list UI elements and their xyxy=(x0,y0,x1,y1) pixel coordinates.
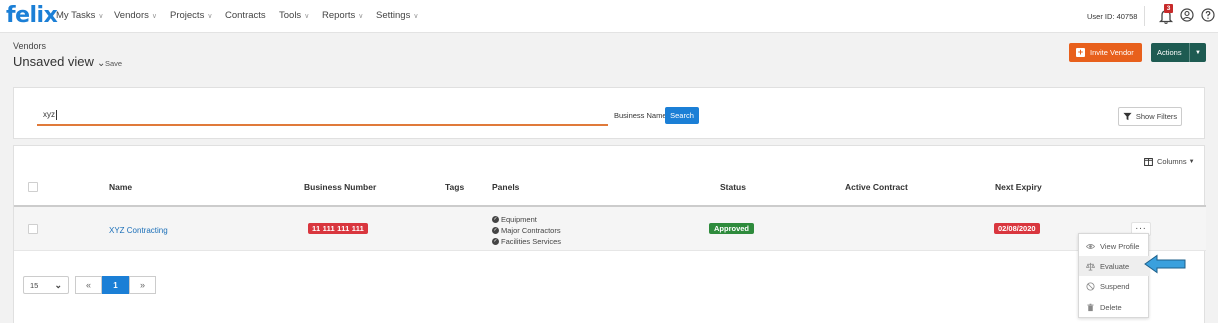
view-title: Unsaved view xyxy=(13,54,94,69)
breadcrumb[interactable]: Vendors xyxy=(13,41,46,51)
save-view-link[interactable]: Save xyxy=(105,59,122,68)
check-circle-icon: ✓ xyxy=(492,227,499,234)
business-number-badge: 11 111 111 111 xyxy=(308,223,369,234)
nav-projects[interactable]: Projects ∨ xyxy=(170,10,212,21)
user-icon[interactable] xyxy=(1180,8,1194,22)
check-circle-icon: ✓ xyxy=(492,238,499,245)
view-selector[interactable]: Unsaved view ⌄ xyxy=(13,54,105,69)
top-navbar: felix My Tasks ∨ Vendors ∨ Projects ∨ Contr… xyxy=(0,0,1218,33)
caret-down-icon[interactable]: ▼ xyxy=(1189,43,1206,62)
nav-tools[interactable]: Tools ∨ xyxy=(279,10,309,21)
menu-item-label: Delete xyxy=(1100,302,1122,312)
nav-settings-label: Settings xyxy=(376,10,411,21)
actions-button[interactable]: Actions ▼ xyxy=(1151,43,1206,62)
menu-item-view-profile[interactable]: View Profile xyxy=(1079,236,1150,256)
column-header-business-number[interactable]: Business Number xyxy=(304,182,376,192)
menu-item-evaluate[interactable]: Evaluate xyxy=(1079,256,1150,276)
select-all-checkbox[interactable] xyxy=(28,182,38,192)
panel-item: ✓ Major Contractors xyxy=(492,225,561,236)
menu-item-suspend[interactable]: Suspend xyxy=(1079,276,1150,296)
chevron-down-icon: ⌄ xyxy=(54,279,62,290)
help-icon[interactable] xyxy=(1201,8,1215,22)
row-checkbox[interactable] xyxy=(28,224,38,234)
plus-icon: + xyxy=(1076,47,1085,57)
columns-button[interactable]: Columns ▼ xyxy=(1144,157,1195,166)
text-cursor xyxy=(56,109,57,120)
panels-list: ✓ Equipment ✓ Major Contractors ✓ Facilitie… xyxy=(492,214,561,247)
panel-label: Major Contractors xyxy=(501,226,561,235)
panel-item: ✓ Facilities Services xyxy=(492,236,561,247)
vendor-name-link[interactable]: XYZ Contracting xyxy=(109,226,168,235)
chevron-down-icon: ∨ xyxy=(151,13,157,20)
nav-tools-label: Tools xyxy=(279,10,302,21)
eye-icon xyxy=(1086,243,1095,249)
nav-reports-label: Reports xyxy=(322,10,356,21)
search-panel: xyz Business Name ▼ Search Show Filters xyxy=(13,87,1205,139)
vendors-table: Columns ▼ Name Business Number Tags Pane… xyxy=(13,145,1206,323)
chevron-down-icon: ∨ xyxy=(207,13,213,20)
trash-icon xyxy=(1087,303,1094,311)
search-input-value: xyz xyxy=(43,110,55,119)
actions-label: Actions xyxy=(1157,48,1182,57)
chevron-down-icon: ∨ xyxy=(98,13,104,20)
show-filters-button[interactable]: Show Filters xyxy=(1118,107,1182,126)
nav-settings[interactable]: Settings ∨ xyxy=(376,10,418,21)
nav-contracts-label: Contracts xyxy=(225,10,266,21)
chevron-down-icon: ∨ xyxy=(304,13,310,20)
next-page-button[interactable]: » xyxy=(129,276,156,294)
nav-projects-label: Projects xyxy=(170,10,205,21)
next-expiry-badge: 02/08/2020 xyxy=(994,223,1040,234)
nav-vendors-label: Vendors xyxy=(114,10,149,21)
invite-vendor-button[interactable]: + Invite Vendor xyxy=(1069,43,1142,62)
menu-item-delete[interactable]: Delete xyxy=(1079,297,1150,317)
column-header-name[interactable]: Name xyxy=(109,182,132,192)
show-filters-label: Show Filters xyxy=(1135,112,1178,121)
prev-page-button[interactable]: « xyxy=(75,276,102,294)
page-size-select[interactable]: 15 ⌄ xyxy=(23,276,69,294)
status-badge: Approved xyxy=(709,223,755,234)
user-id: User ID: 40758 xyxy=(1087,12,1138,21)
columns-label: Columns xyxy=(1157,157,1187,166)
column-header-tags[interactable]: Tags xyxy=(445,182,464,192)
chevron-down-icon: ∨ xyxy=(413,13,419,20)
annotation-arrow-icon xyxy=(1144,254,1186,274)
column-header-panels[interactable]: Panels xyxy=(492,182,519,192)
nav-my-tasks-label: My Tasks xyxy=(56,10,96,21)
notification-badge: 3 xyxy=(1164,4,1173,13)
nav-vendors[interactable]: Vendors ∨ xyxy=(114,10,157,21)
scale-icon xyxy=(1086,262,1095,271)
menu-item-label: Suspend xyxy=(1100,281,1130,291)
menu-item-label: Evaluate xyxy=(1100,261,1130,271)
column-header-status[interactable]: Status xyxy=(720,182,746,192)
nav-contracts[interactable]: Contracts xyxy=(225,10,266,21)
chevron-down-icon: ∨ xyxy=(358,13,364,20)
nav-my-tasks[interactable]: My Tasks ∨ xyxy=(56,10,104,21)
felix-logo[interactable]: felix xyxy=(6,3,58,28)
search-field-label: Business Name xyxy=(614,111,667,120)
row-actions-menu: View Profile Evaluate Suspend Delete xyxy=(1078,233,1150,318)
invite-vendor-label: Invite Vendor xyxy=(1090,48,1134,57)
search-input[interactable]: xyz xyxy=(37,105,608,126)
panel-label: Equipment xyxy=(501,215,537,224)
nav-reports[interactable]: Reports ∨ xyxy=(322,10,363,21)
column-header-next-expiry[interactable]: Next Expiry xyxy=(995,182,1042,192)
search-button[interactable]: Search xyxy=(665,107,699,124)
filter-icon xyxy=(1123,112,1132,121)
column-header-active-contract[interactable]: Active Contract xyxy=(845,182,908,192)
columns-icon xyxy=(1144,157,1153,166)
panel-item: ✓ Equipment xyxy=(492,214,561,225)
check-circle-icon: ✓ xyxy=(492,216,499,223)
menu-item-label: View Profile xyxy=(1100,241,1140,251)
caret-down-icon: ▼ xyxy=(1188,158,1195,165)
page-1-button[interactable]: 1 xyxy=(102,276,129,294)
panel-label: Facilities Services xyxy=(501,237,562,246)
page-size-value: 15 xyxy=(30,280,39,290)
ban-icon xyxy=(1086,281,1095,291)
nav-divider xyxy=(1144,6,1145,26)
